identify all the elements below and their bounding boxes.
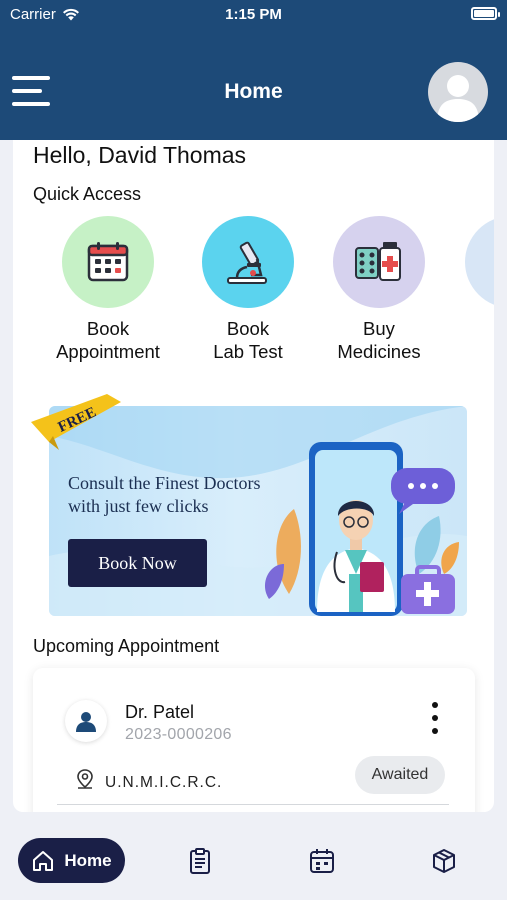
doctor-avatar — [65, 700, 107, 742]
buy-medicines-circle — [333, 216, 425, 308]
person-icon — [76, 712, 96, 732]
doctor-illustration — [264, 442, 459, 616]
location-text: U.N.M.I.C.R.C. — [105, 774, 223, 791]
more-options-icon[interactable] — [427, 702, 443, 736]
banner-headline: Consult the Finest Doctors with just few… — [68, 472, 261, 518]
battery-icon — [471, 7, 500, 20]
qa-label-line2: Lab Test — [213, 341, 283, 362]
book-lab-test-label: Book Lab Test — [178, 317, 318, 363]
book-now-button[interactable]: Book Now — [68, 539, 207, 587]
book-lab-test-circle — [202, 216, 294, 308]
free-ribbon: FREE — [31, 394, 121, 450]
qa-label-line2: Appointment — [56, 341, 160, 362]
doctor-name: Dr. Patel — [125, 702, 195, 722]
location-pin-icon — [77, 769, 93, 789]
quick-access-buy-medicines[interactable]: Buy Medicines — [309, 216, 449, 363]
profile-avatar[interactable] — [428, 62, 488, 122]
clipboard-icon[interactable] — [189, 848, 211, 874]
status-bar: Carrier 1:15 PM — [0, 0, 507, 28]
qa-label-line1: Book — [226, 318, 270, 339]
appointment-id: 2023-0000206 — [125, 726, 232, 743]
app-header: Carrier 1:15 PM Home — [0, 0, 507, 140]
book-appointment-circle — [62, 216, 154, 308]
banner-line2: with just few clicks — [68, 496, 209, 516]
quick-access-more-item[interactable] — [465, 216, 494, 308]
user-silhouette-icon — [437, 75, 479, 122]
book-appointment-label: Book Appointment — [38, 317, 178, 363]
banner-line1: Consult the Finest Doctors — [68, 473, 261, 493]
upcoming-appointment-title: Upcoming Appointment — [33, 636, 220, 656]
appointment-card[interactable]: Dr. Patel 2023-0000206 U.N.M.I.C.R.C. Aw… — [33, 668, 475, 812]
quick-access-title: Quick Access — [33, 184, 142, 204]
status-time: 1:15 PM — [225, 6, 282, 23]
status-badge: Awaited — [355, 756, 445, 794]
quick-access-book-appointment[interactable]: Book Appointment — [38, 216, 178, 363]
buy-medicines-label: Buy Medicines — [309, 317, 449, 363]
qa-label-line1: Buy — [363, 318, 395, 339]
quick-access-book-lab-test[interactable]: Book Lab Test — [178, 216, 318, 363]
bottom-navigation: Home — [0, 822, 507, 900]
calendar-nav-icon[interactable] — [309, 848, 335, 874]
nav-home-label: Home — [64, 850, 112, 870]
microscope-icon — [227, 241, 267, 284]
qa-label-line2: Medicines — [337, 341, 421, 362]
greeting-text: Hello, David Thomas — [33, 142, 247, 168]
home-content: Hello, David Thomas Quick Access Book Ap… — [13, 140, 494, 812]
package-icon[interactable] — [431, 848, 457, 874]
calendar-icon — [87, 242, 129, 282]
nav-home-tab[interactable]: Home — [18, 838, 125, 883]
qa-label-line1: Book — [86, 318, 130, 339]
medicine-icon — [355, 242, 401, 281]
divider — [57, 804, 449, 805]
home-icon — [33, 850, 54, 871]
